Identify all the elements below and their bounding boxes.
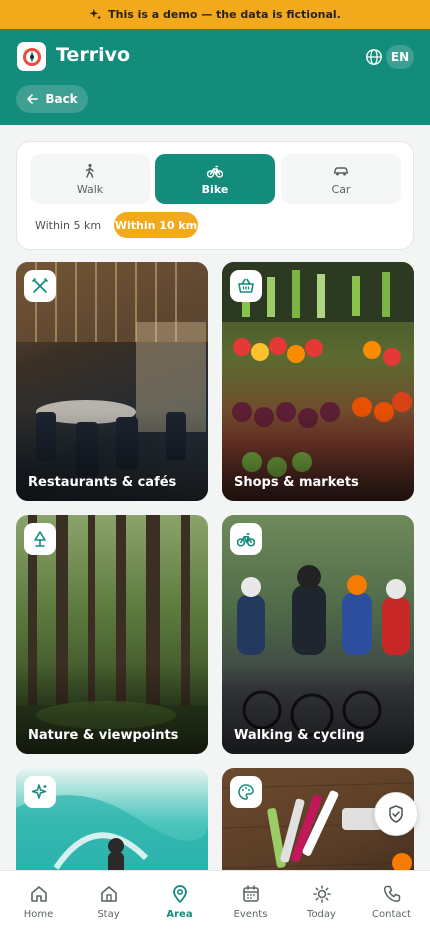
back-label: Back bbox=[45, 92, 78, 106]
car-icon bbox=[333, 166, 349, 175]
bottom-tab-bar: Home Stay Area Events Today Contact bbox=[0, 870, 430, 932]
mode-car-button[interactable]: Car bbox=[281, 154, 401, 204]
home-icon bbox=[30, 886, 47, 902]
tab-area[interactable]: Area bbox=[144, 871, 215, 932]
tab-stay-label: Stay bbox=[97, 909, 120, 920]
bike-icon bbox=[207, 165, 223, 178]
shield-check-icon bbox=[389, 805, 403, 823]
tile-icon-badge bbox=[230, 776, 262, 808]
tab-events[interactable]: Events bbox=[215, 871, 286, 932]
calendar-icon bbox=[242, 885, 259, 902]
sun-icon bbox=[312, 885, 331, 903]
demo-banner-text: This is a demo — the data is fictional. bbox=[108, 8, 341, 21]
mode-bike-label: Bike bbox=[201, 182, 229, 196]
palette-icon bbox=[238, 784, 254, 800]
demo-banner: This is a demo — the data is fictional. bbox=[0, 0, 430, 29]
tab-today-label: Today bbox=[307, 909, 336, 920]
tile-icon-badge bbox=[230, 270, 262, 302]
cutlery-icon bbox=[32, 278, 48, 293]
tile-label: Walking & cycling bbox=[234, 728, 365, 743]
tab-today[interactable]: Today bbox=[286, 871, 357, 932]
tab-events-label: Events bbox=[233, 909, 268, 920]
distance-5km-chip[interactable]: Within 5 km bbox=[30, 212, 106, 238]
category-tile-nature[interactable]: Nature & viewpoints bbox=[16, 515, 208, 754]
mode-car-label: Car bbox=[331, 182, 351, 196]
brand-name[interactable]: Terrivo bbox=[56, 44, 130, 66]
tab-area-label: Area bbox=[166, 909, 193, 920]
bike-icon bbox=[237, 533, 255, 547]
mode-bike-button[interactable]: Bike bbox=[155, 154, 275, 204]
globe-icon[interactable] bbox=[365, 48, 383, 66]
tile-label: Shops & markets bbox=[234, 475, 359, 490]
privacy-button[interactable] bbox=[374, 792, 418, 836]
tree-icon bbox=[34, 531, 46, 547]
tile-icon-badge bbox=[24, 270, 56, 302]
house-icon bbox=[100, 886, 117, 902]
tile-icon-badge bbox=[24, 776, 56, 808]
phone-icon bbox=[383, 885, 400, 903]
map-pin-icon bbox=[172, 885, 187, 903]
sparkle-icon bbox=[31, 784, 47, 799]
distance-10km-chip[interactable]: Within 10 km bbox=[114, 212, 198, 238]
sparkle-icon bbox=[89, 8, 102, 20]
basket-icon bbox=[238, 278, 254, 293]
tile-label: Nature & viewpoints bbox=[28, 728, 179, 743]
tab-home[interactable]: Home bbox=[3, 871, 74, 932]
tile-icon-badge bbox=[24, 523, 56, 555]
language-button[interactable]: EN bbox=[386, 45, 414, 69]
arrow-left-icon bbox=[27, 94, 39, 104]
app-header: Terrivo EN Back bbox=[0, 29, 430, 125]
tab-stay[interactable]: Stay bbox=[73, 871, 144, 932]
back-button[interactable]: Back bbox=[16, 85, 88, 113]
category-tile-shops[interactable]: Shops & markets bbox=[222, 262, 414, 501]
logo-mark-icon bbox=[22, 47, 41, 66]
tab-contact[interactable]: Contact bbox=[356, 871, 427, 932]
walk-icon bbox=[85, 163, 94, 178]
category-tile-restaurants[interactable]: Restaurants & cafés bbox=[16, 262, 208, 501]
category-tile-walking-cycling[interactable]: Walking & cycling bbox=[222, 515, 414, 754]
tab-home-label: Home bbox=[23, 909, 54, 920]
transport-filter-card: Walk Bike Car Within 5 km Within 10 km bbox=[16, 141, 414, 250]
tile-label: Restaurants & cafés bbox=[28, 475, 177, 490]
mode-walk-label: Walk bbox=[76, 182, 104, 196]
app-logo[interactable] bbox=[17, 42, 46, 71]
tab-contact-label: Contact bbox=[372, 909, 411, 920]
mode-walk-button[interactable]: Walk bbox=[30, 154, 150, 204]
tile-icon-badge bbox=[230, 523, 262, 555]
